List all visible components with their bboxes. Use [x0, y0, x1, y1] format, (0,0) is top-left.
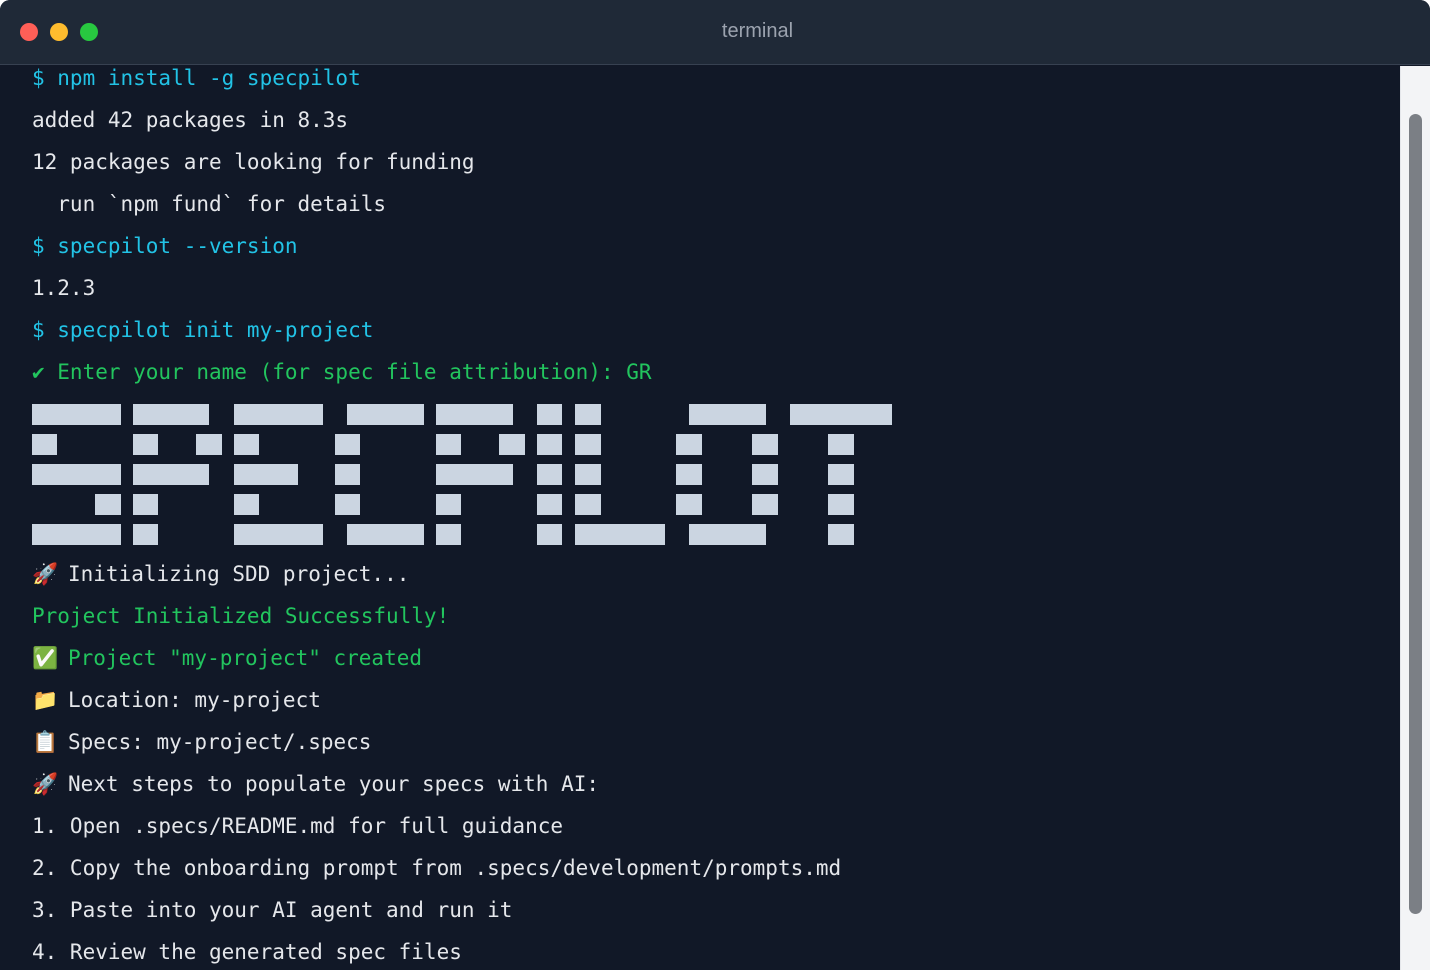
banner-block: [575, 434, 601, 455]
output-line: 12 packages are looking for funding: [32, 150, 475, 174]
banner-block: [234, 464, 298, 485]
banner-block: [335, 464, 360, 485]
banner-block: [537, 464, 562, 485]
step-line: 4. Review the generated spec files: [32, 940, 462, 964]
banner-block: [537, 434, 562, 455]
prompt-answer-line: ✔ Enter your name (for spec file attribu…: [32, 360, 652, 384]
banner-block: [689, 524, 766, 545]
banner-block: [790, 404, 892, 425]
version-output: 1.2.3: [32, 276, 96, 300]
banner-block: [499, 434, 525, 455]
banner-block: [335, 494, 360, 515]
banner-block: [32, 434, 57, 455]
check-icon: ✅: [32, 646, 59, 670]
banner-block: [752, 434, 778, 455]
rocket-icon: 🚀: [32, 562, 59, 586]
banner-block: [234, 524, 323, 545]
scrollbar-thumb[interactable]: [1409, 114, 1422, 914]
success-line: ✅ Project "my-project" created: [32, 646, 423, 670]
banner-block: [133, 464, 209, 485]
banner-block: [335, 434, 360, 455]
specpilot-ascii-banner: SPECPILOT: [32, 404, 892, 545]
banner-block: [347, 524, 424, 545]
terminal-window: terminal $ npm install -g specpilot adde…: [0, 0, 1430, 970]
command-line: $ npm install -g specpilot: [32, 66, 361, 90]
banner-block: [95, 494, 121, 515]
banner-block: [828, 464, 854, 485]
banner-block: [196, 434, 222, 455]
banner-block: [676, 434, 702, 455]
banner-block: [752, 494, 778, 515]
success-line: Project Initialized Successfully!: [32, 604, 450, 628]
rocket-icon: 🚀: [32, 772, 59, 796]
output-line: added 42 packages in 8.3s: [32, 108, 349, 132]
banner-block: [234, 404, 323, 425]
banner-block: [133, 524, 158, 545]
banner-block: [575, 494, 601, 515]
banner-block: [32, 464, 121, 485]
folder-icon: 📁: [32, 688, 59, 712]
banner-block: [828, 434, 854, 455]
terminal-output[interactable]: $ npm install -g specpilot added 42 pack…: [0, 66, 1400, 970]
banner-block: [133, 404, 209, 425]
output-line: 📁 Location: my-project: [32, 688, 321, 712]
output-line: 🚀 Next steps to populate your specs with …: [32, 772, 600, 796]
banner-block: [676, 494, 702, 515]
banner-block: [436, 434, 461, 455]
command-line: $ specpilot init my-project: [32, 318, 374, 342]
output-line: 📋 Specs: my-project/.specs: [32, 730, 372, 754]
banner-block: [575, 404, 601, 425]
banner-block: [234, 494, 259, 515]
window-title: terminal: [721, 20, 794, 42]
command-line: $ specpilot --version: [32, 234, 298, 258]
banner-block: [537, 494, 562, 515]
banner-block: [575, 524, 665, 545]
banner-block: [575, 464, 601, 485]
banner-block: [32, 404, 121, 425]
banner-block: [537, 524, 562, 545]
banner-block: [133, 494, 158, 515]
banner-block: [689, 404, 766, 425]
step-line: 1. Open .specs/README.md for full guidan…: [32, 814, 564, 838]
output-line: 🚀 Initializing SDD project...: [32, 562, 410, 586]
banner-block: [234, 434, 259, 455]
step-line: 3. Paste into your AI agent and run it: [32, 898, 513, 922]
banner-block: [436, 404, 513, 425]
banner-block: [676, 464, 702, 485]
banner-block: [828, 494, 854, 515]
title-bar: terminal: [0, 0, 1430, 65]
output-line: run `npm fund` for details: [32, 192, 387, 216]
banner-block: [32, 524, 121, 545]
clipboard-icon: 📋: [32, 730, 59, 754]
step-line: 2. Copy the onboarding prompt from .spec…: [32, 856, 842, 880]
banner-block: [537, 404, 562, 425]
banner-block: [347, 404, 424, 425]
banner-block: [752, 464, 778, 485]
banner-block: [436, 494, 461, 515]
banner-block: [828, 524, 854, 545]
banner-block: [436, 464, 513, 485]
vertical-scrollbar[interactable]: [1400, 66, 1430, 970]
banner-block: [436, 524, 461, 545]
banner-block: [133, 434, 158, 455]
